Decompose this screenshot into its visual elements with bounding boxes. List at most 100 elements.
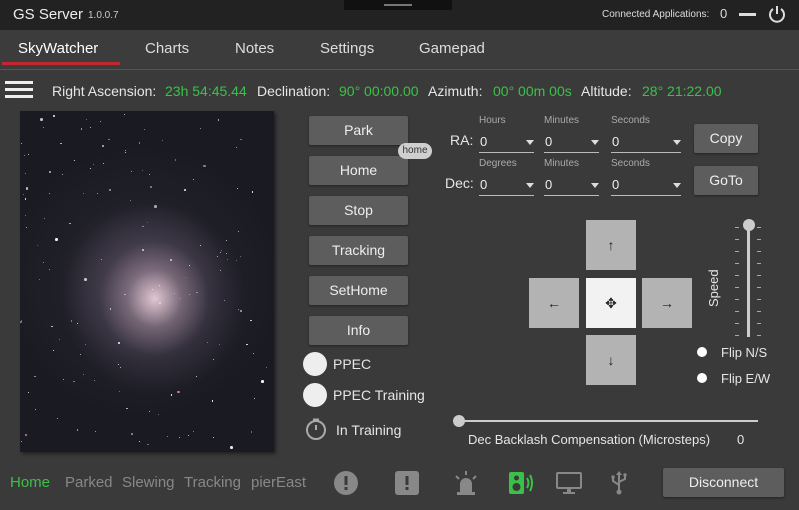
goto-button[interactable]: GoTo <box>694 166 758 195</box>
star <box>26 226 28 228</box>
move-left-button[interactable]: ← <box>529 278 579 328</box>
star <box>42 127 44 129</box>
backlash-slider-handle[interactable] <box>453 415 465 427</box>
star <box>173 293 175 295</box>
ra-hours-select[interactable]: Hours 0 <box>479 115 534 153</box>
speaker-signal-icon <box>509 472 533 494</box>
star <box>253 397 255 399</box>
ra-minutes-select[interactable]: Minutes 0 <box>544 115 599 153</box>
star <box>126 407 128 410</box>
minimize-icon[interactable] <box>739 13 756 16</box>
star <box>227 259 229 261</box>
connected-apps-label: Connected Applications: <box>602 9 710 20</box>
star <box>77 322 79 324</box>
star <box>220 249 222 251</box>
star <box>34 375 36 378</box>
star <box>24 172 27 175</box>
star <box>69 222 71 225</box>
star <box>237 188 239 190</box>
star <box>239 255 241 257</box>
copy-button[interactable]: Copy <box>694 124 758 153</box>
star <box>80 128 83 130</box>
dec-value: 90° 00:00.00 <box>339 83 419 99</box>
star <box>82 374 84 376</box>
park-button[interactable]: Park <box>309 116 408 145</box>
move-down-button[interactable]: ↓ <box>586 335 636 385</box>
move-right-button[interactable]: → <box>642 278 692 328</box>
altitude-label: Altitude: <box>581 83 632 99</box>
star <box>102 145 104 147</box>
star <box>55 238 58 241</box>
timer-icon <box>306 418 326 440</box>
dec-seconds-select[interactable]: Seconds 0 <box>611 158 681 196</box>
star <box>200 128 202 130</box>
move-up-button[interactable]: ↑ <box>586 220 636 270</box>
speed-tick <box>757 263 761 264</box>
star <box>220 269 222 271</box>
info-button[interactable]: Info <box>309 316 408 345</box>
status-home: Home <box>10 474 51 491</box>
home-button[interactable]: Home <box>309 156 408 185</box>
star <box>52 349 54 351</box>
stop-button[interactable]: Stop <box>309 196 408 225</box>
star <box>170 394 173 396</box>
power-icon[interactable] <box>767 4 787 24</box>
altitude-value: 28° 21:22.00 <box>642 83 722 99</box>
tab-settings[interactable]: Settings <box>320 40 374 57</box>
connected-apps-count: 0 <box>720 6 728 21</box>
star <box>73 380 75 383</box>
star <box>58 339 60 341</box>
ra-seconds-select[interactable]: Seconds 0 <box>611 115 681 153</box>
disconnect-button[interactable]: Disconnect <box>663 468 784 497</box>
dec-minutes-select[interactable]: Minutes 0 <box>544 158 599 196</box>
star <box>48 269 50 271</box>
star <box>251 191 254 193</box>
ppec-training-toggle[interactable] <box>303 383 327 407</box>
star <box>149 411 151 413</box>
chevron-down-icon <box>673 140 681 145</box>
star <box>20 321 22 323</box>
dec-degrees-select[interactable]: Degrees 0 <box>479 158 534 196</box>
star <box>250 319 252 322</box>
chevron-down-icon <box>591 140 599 145</box>
star <box>74 160 76 162</box>
chevron-down-icon <box>526 183 534 188</box>
speed-tick <box>735 335 739 336</box>
in-training-label: In Training <box>336 422 402 438</box>
tracking-button[interactable]: Tracking <box>309 236 408 265</box>
star <box>184 189 186 191</box>
star <box>138 142 141 144</box>
speed-tick <box>735 239 739 240</box>
flip-ew-radio[interactable] <box>697 373 707 383</box>
star <box>162 139 164 141</box>
flip-ns-radio[interactable] <box>697 347 707 357</box>
tab-gamepad[interactable]: Gamepad <box>419 40 485 57</box>
star <box>23 193 25 195</box>
center-move-icon[interactable]: ✥ <box>586 278 636 328</box>
star <box>118 342 120 344</box>
speed-tick <box>757 299 761 300</box>
alert-square-icon <box>395 471 419 495</box>
ppec-toggle[interactable] <box>303 352 327 376</box>
tab-notes[interactable]: Notes <box>235 40 274 57</box>
star <box>219 252 221 254</box>
sethome-button[interactable]: SetHome <box>309 276 408 305</box>
tab-charts[interactable]: Charts <box>145 40 189 57</box>
drag-handle[interactable] <box>344 0 452 10</box>
star <box>159 302 161 304</box>
backlash-slider-track[interactable] <box>458 420 758 422</box>
star <box>21 143 23 145</box>
star <box>62 379 64 381</box>
star <box>61 173 63 175</box>
star <box>20 440 23 443</box>
menu-icon[interactable] <box>5 79 33 101</box>
star <box>217 119 220 121</box>
ra-label: Right Ascension: <box>52 83 157 99</box>
speed-slider-track[interactable] <box>747 225 750 337</box>
speed-tick <box>735 275 739 276</box>
speed-tick <box>757 287 761 288</box>
status-slewing: Slewing <box>122 474 175 491</box>
star <box>154 205 157 208</box>
tab-skywatcher[interactable]: SkyWatcher <box>18 40 98 57</box>
speed-slider-handle[interactable] <box>743 219 755 231</box>
